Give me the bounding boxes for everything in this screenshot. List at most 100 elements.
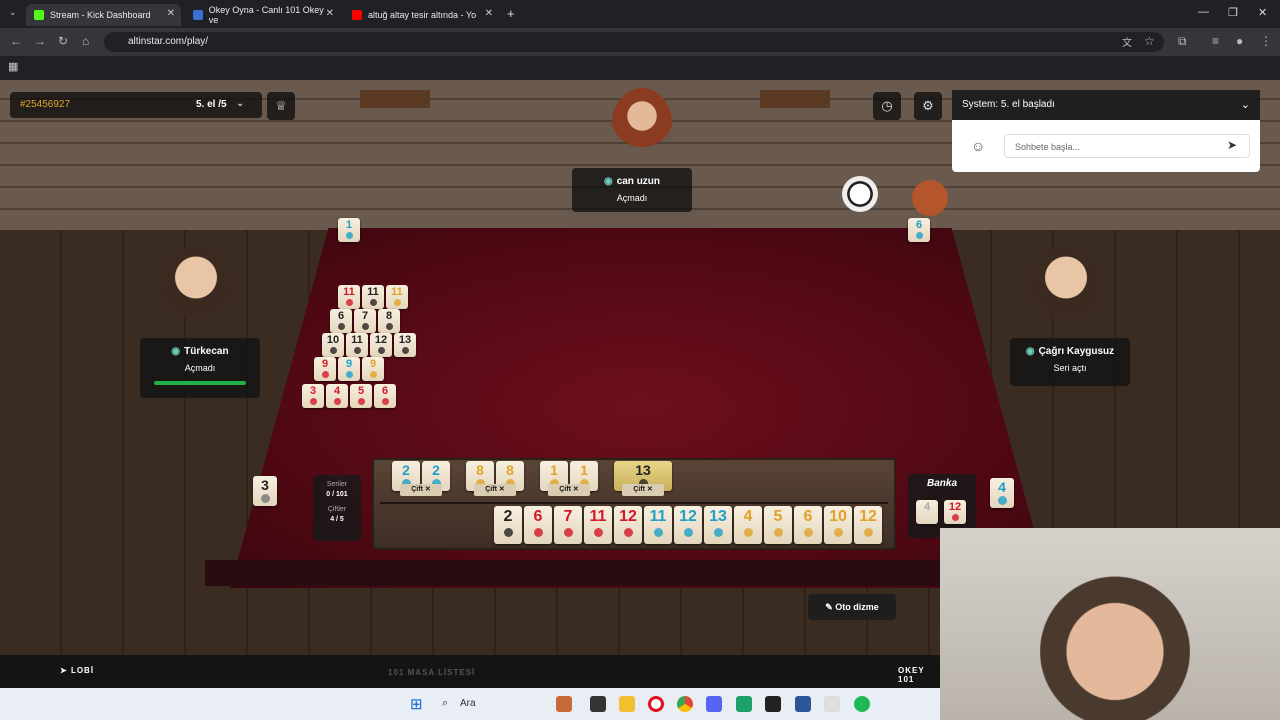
- translate-icon[interactable]: 文: [1122, 34, 1132, 49]
- tile[interactable]: 11: [338, 285, 360, 309]
- profile-avatar[interactable]: ●: [1236, 34, 1243, 48]
- player-top-card[interactable]: ◉ can uzun Açmadı: [572, 168, 692, 212]
- tile[interactable]: 9: [338, 357, 360, 381]
- tab-search-icon[interactable]: ⌄: [9, 7, 17, 18]
- spotify-icon[interactable]: [854, 696, 870, 712]
- tile[interactable]: 11: [346, 333, 368, 357]
- reload-icon[interactable]: ↻: [58, 34, 68, 48]
- oto-dizme-button[interactable]: ✎ Oto dizme: [808, 594, 896, 620]
- tile-number: 4: [333, 385, 341, 397]
- url-input[interactable]: altinstar.com/play/: [104, 32, 1164, 52]
- tile[interactable]: 11: [644, 506, 672, 544]
- widgets-icon[interactable]: [556, 696, 572, 712]
- player-left-card[interactable]: ◉ Türkecan Açmadı: [140, 338, 260, 398]
- cift-remove-button[interactable]: Çift ✕: [474, 484, 516, 496]
- discord-icon[interactable]: [706, 696, 722, 712]
- tile[interactable]: 11: [362, 285, 384, 309]
- tab-kick-dashboard[interactable]: Stream - Kick Dashboard ✕: [26, 4, 181, 26]
- tile[interactable]: 4: [734, 506, 762, 544]
- cift-remove-button[interactable]: Çift ✕: [548, 484, 590, 496]
- tab-okey-oyna[interactable]: Okey Oyna - Canlı 101 Okey ve ✕: [185, 4, 340, 26]
- task-view-icon[interactable]: [590, 696, 606, 712]
- close-icon[interactable]: ✕: [485, 8, 493, 19]
- tile[interactable]: 8: [378, 309, 400, 333]
- tile[interactable]: 6: [330, 309, 352, 333]
- settings-gear-icon[interactable]: ⚙: [914, 92, 942, 120]
- tile[interactable]: 6: [374, 384, 396, 408]
- tile[interactable]: 9: [314, 357, 336, 381]
- banka-tile[interactable]: 12: [944, 500, 966, 524]
- send-icon[interactable]: ➤: [1227, 138, 1237, 152]
- tile[interactable]: 9: [362, 357, 384, 381]
- window-close-icon[interactable]: ✕: [1258, 6, 1267, 19]
- tile-star-icon: [329, 347, 337, 354]
- close-icon[interactable]: ✕: [167, 8, 175, 19]
- bookmark-star-icon[interactable]: ☆: [1144, 34, 1155, 48]
- tile[interactable]: 12: [614, 506, 642, 544]
- taskbar-search-icon[interactable]: ⌕: [442, 697, 448, 710]
- tile[interactable]: 13: [394, 333, 416, 357]
- tile[interactable]: 11: [584, 506, 612, 544]
- tile[interactable]: 7: [554, 506, 582, 544]
- tile[interactable]: 3: [302, 384, 324, 408]
- app-icon[interactable]: [765, 696, 781, 712]
- chat-input[interactable]: Sohbete başla...: [1004, 134, 1250, 158]
- media-icon[interactable]: ≡: [1212, 34, 1219, 48]
- tile[interactable]: 5: [764, 506, 792, 544]
- apps-grid-icon[interactable]: ▦: [8, 60, 18, 73]
- masa-listesi-button[interactable]: 101 MASA LİSTESİ: [388, 668, 475, 677]
- new-tab-icon[interactable]: +: [507, 6, 515, 21]
- discard-tile-right[interactable]: 6: [908, 218, 930, 242]
- deck-draw-pile[interactable]: 3: [253, 476, 277, 506]
- emoji-icon[interactable]: ☺: [971, 138, 985, 154]
- tile[interactable]: 11: [386, 285, 408, 309]
- tile[interactable]: 4: [326, 384, 348, 408]
- cift-remove-button[interactable]: Çift ✕: [622, 484, 664, 496]
- tile[interactable]: 12: [674, 506, 702, 544]
- cift-remove-button[interactable]: Çift ✕: [400, 484, 442, 496]
- chrome-icon[interactable]: [677, 696, 693, 712]
- tile[interactable]: 6: [524, 506, 552, 544]
- trophy-icon[interactable]: ♕: [267, 92, 295, 120]
- menu-icon[interactable]: ⋮: [1260, 34, 1272, 48]
- taskbar-search-label[interactable]: Ara: [460, 698, 476, 709]
- tile[interactable]: 7: [354, 309, 376, 333]
- maximize-icon[interactable]: ❐: [1228, 6, 1238, 19]
- tile[interactable]: 10: [322, 333, 344, 357]
- lobi-button[interactable]: ➤ LOBİ: [60, 666, 94, 675]
- tile[interactable]: 2: [494, 506, 522, 544]
- tab-youtube[interactable]: altuğ altay tesir altında - Yo ✕: [344, 4, 499, 26]
- tile[interactable]: 10: [824, 506, 852, 544]
- tile[interactable]: 5: [350, 384, 372, 408]
- discard-tile-left[interactable]: 1: [338, 218, 360, 242]
- app-icon[interactable]: [736, 696, 752, 712]
- tile[interactable]: 12: [370, 333, 392, 357]
- tile-star-icon: [803, 528, 813, 537]
- minimize-icon[interactable]: —: [1198, 6, 1209, 18]
- file-explorer-icon[interactable]: [619, 696, 635, 712]
- tile[interactable]: 12: [854, 506, 882, 544]
- close-icon[interactable]: ✕: [326, 8, 334, 19]
- chat-system-message[interactable]: System: 5. el başladı ⌄: [952, 90, 1260, 120]
- banka-tile[interactable]: 4: [916, 500, 938, 524]
- tile[interactable]: 6: [794, 506, 822, 544]
- back-icon[interactable]: ←: [10, 34, 22, 48]
- document-icon[interactable]: [795, 696, 811, 712]
- chevron-down-icon[interactable]: ⌄: [236, 98, 244, 109]
- tile[interactable]: 13: [704, 506, 732, 544]
- windows-start-icon[interactable]: ⊞: [410, 695, 423, 713]
- home-icon[interactable]: ⌂: [82, 34, 89, 48]
- app-icon[interactable]: [824, 696, 840, 712]
- seriler-value: 0 / 101: [326, 491, 348, 498]
- tile-number: 13: [709, 508, 727, 525]
- extensions-icon[interactable]: ⧉: [1178, 34, 1187, 49]
- player-right-card[interactable]: ◉ Çağrı Kaygusuz Seri açtı: [1010, 338, 1130, 386]
- indicator-tile[interactable]: 4: [990, 478, 1014, 508]
- opera-icon[interactable]: [648, 696, 664, 712]
- chevron-down-icon[interactable]: ⌄: [1241, 90, 1250, 120]
- tile-star-icon: [385, 323, 393, 330]
- round-select[interactable]: 5. el /5: [196, 99, 227, 110]
- tile-number: 4: [923, 501, 931, 513]
- timer-icon[interactable]: ◷: [873, 92, 901, 120]
- forward-icon[interactable]: →: [34, 34, 46, 48]
